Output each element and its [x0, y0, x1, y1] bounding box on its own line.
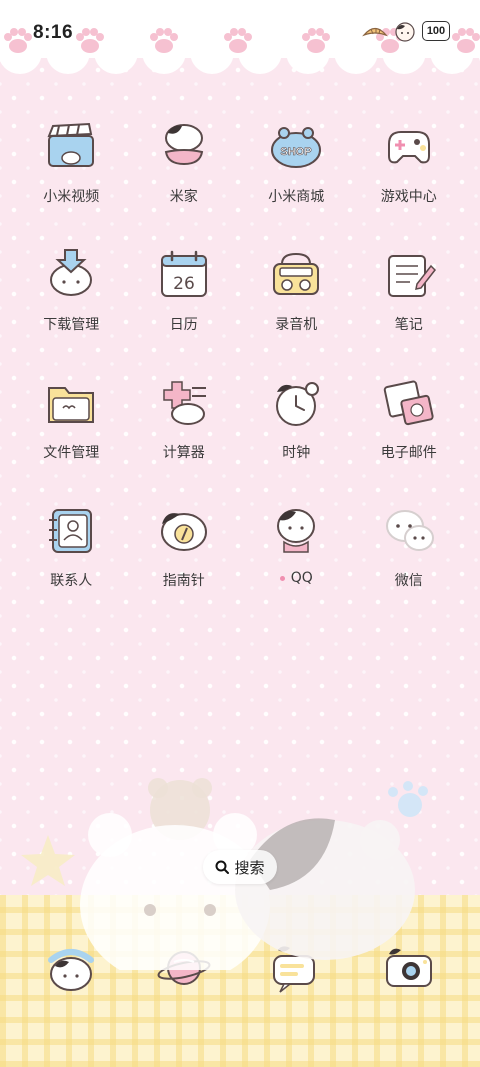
app-label-text: 文件管理 [43, 445, 100, 461]
app-label: 微信 [395, 570, 423, 590]
search-button[interactable]: 搜索 [203, 850, 277, 884]
app-label: 小米商城 [268, 186, 324, 206]
wallpaper-star-decoration [21, 835, 75, 886]
app-notepad[interactable]: 笔记 [353, 246, 466, 334]
app-label-text: 联系人 [50, 573, 93, 589]
video-clapper-icon [43, 118, 99, 174]
app-label-text: 小米视频 [43, 189, 100, 205]
calendar-icon: 26 [156, 246, 212, 302]
home-cat-icon [156, 118, 212, 174]
mail-icon [381, 374, 437, 430]
app-qq-penguin[interactable]: QQ [240, 502, 353, 590]
app-label: 指南针 [163, 570, 205, 590]
app-label: 日历 [170, 314, 198, 334]
calculator-icon [156, 374, 212, 430]
app-video-clapper[interactable]: 小米视频 [15, 118, 128, 206]
app-label: 联系人 [50, 570, 92, 590]
notification-dot [279, 575, 285, 581]
radio-recorder-icon [268, 246, 324, 302]
app-label: 文件管理 [43, 442, 99, 462]
app-label-text: 小米商城 [268, 189, 325, 205]
app-label: 下载管理 [43, 314, 99, 334]
search-icon [215, 860, 230, 874]
app-label-text: 米家 [169, 189, 198, 205]
app-label: 笔记 [395, 314, 423, 334]
shop-bag-icon: SHOP [268, 118, 324, 174]
app-label: 时钟 [282, 442, 310, 462]
download-icon [43, 246, 99, 302]
app-contacts-book[interactable]: 联系人 [15, 502, 128, 590]
app-label: 电子邮件 [381, 442, 437, 462]
app-compass[interactable]: 指南针 [128, 502, 241, 590]
app-label-text: 下载管理 [43, 317, 100, 333]
app-label: 游戏中心 [381, 186, 437, 206]
app-shop-bag[interactable]: SHOP 小米商城 [240, 118, 353, 206]
app-label: 计算器 [163, 442, 205, 462]
app-label: 录音机 [275, 314, 317, 334]
app-label-text: 电子邮件 [380, 445, 437, 461]
folder-icon [43, 374, 99, 430]
app-folder[interactable]: 文件管理 [15, 374, 128, 462]
status-bar: 8:16 100 [0, 0, 480, 64]
gamepad-icon [381, 118, 437, 174]
app-home-cat[interactable]: 米家 [128, 118, 241, 206]
battery-level: 100 [422, 21, 450, 41]
app-radio-recorder[interactable]: 录音机 [240, 246, 353, 334]
status-time: 8:16 [33, 22, 74, 43]
app-label-text: QQ [290, 570, 313, 586]
app-label-text: 时钟 [282, 445, 311, 461]
calendar-day: 26 [173, 274, 195, 294]
app-label-text: 计算器 [162, 445, 205, 461]
search-label: 搜索 [234, 858, 265, 877]
app-alarm-clock[interactable]: 时钟 [240, 374, 353, 462]
app-gamepad[interactable]: 游戏中心 [353, 118, 466, 206]
app-label-text: 录音机 [275, 317, 318, 333]
app-mail[interactable]: 电子邮件 [353, 374, 466, 462]
app-label: 米家 [170, 186, 198, 206]
croissant-sticker-icon [362, 27, 388, 37]
notepad-icon [381, 246, 437, 302]
app-label-text: 微信 [394, 573, 423, 589]
compass-icon [156, 502, 212, 558]
status-icons: 100 [362, 20, 450, 42]
app-label: 小米视频 [43, 186, 99, 206]
app-calculator[interactable]: 计算器 [128, 374, 241, 462]
cat-face-sticker-icon [395, 22, 415, 42]
app-grid: 小米视频 米家 SHOP 小米商城 游戏中心 下载管理 26 日历 录音机 笔记 文… [15, 118, 465, 590]
app-download[interactable]: 下载管理 [15, 246, 128, 334]
contacts-book-icon [43, 502, 99, 558]
app-label-text: 游戏中心 [380, 189, 437, 205]
qq-penguin-icon [268, 502, 324, 558]
app-label-text: 笔记 [394, 317, 423, 333]
svg-text:SHOP: SHOP [281, 146, 312, 158]
app-label-text: 指南针 [162, 573, 205, 589]
alarm-clock-icon [268, 374, 324, 430]
wechat-bubble-icon [381, 502, 437, 558]
app-wechat-bubble[interactable]: 微信 [353, 502, 466, 590]
app-calendar[interactable]: 26 日历 [128, 246, 241, 334]
app-label: QQ [279, 570, 313, 586]
app-label-text: 日历 [169, 317, 198, 333]
